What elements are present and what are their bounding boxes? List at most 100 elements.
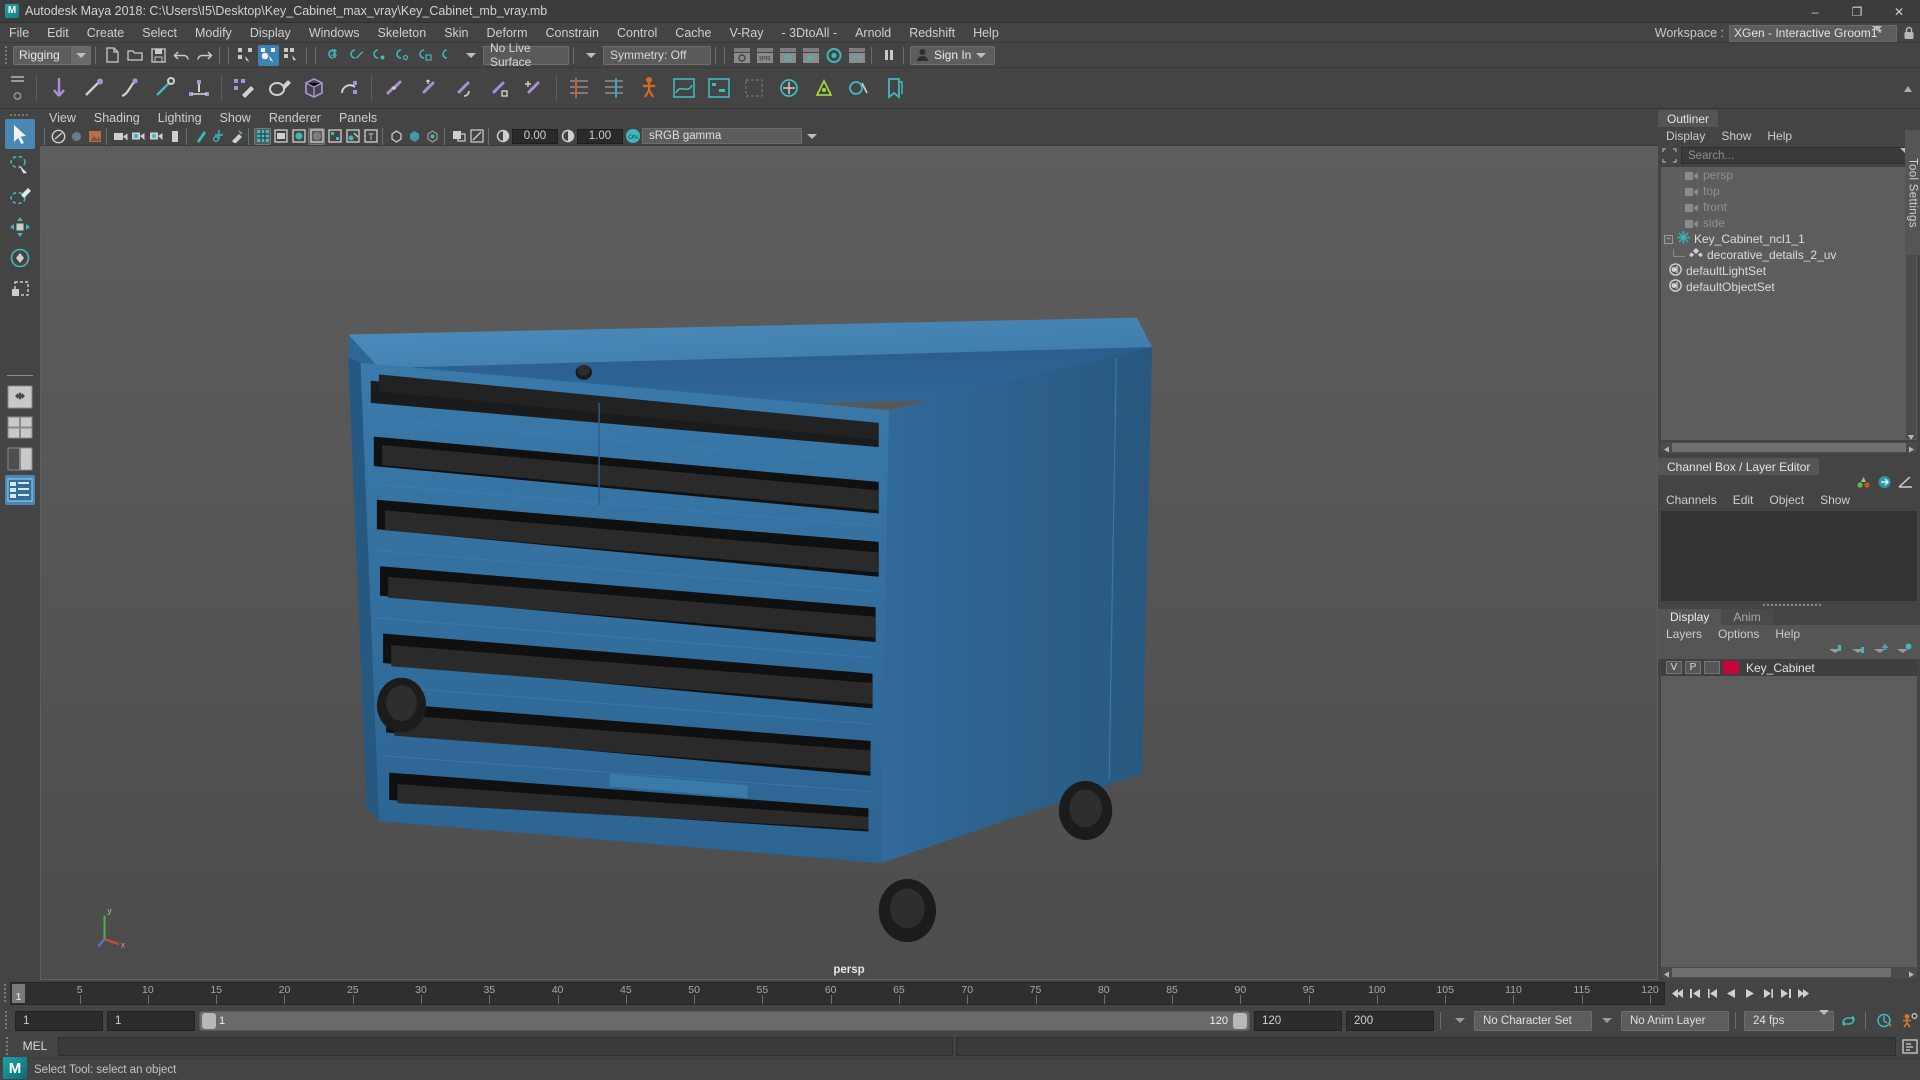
- camera-attributes-icon[interactable]: [112, 128, 129, 145]
- select-by-component-icon[interactable]: [281, 45, 302, 66]
- character-set-select[interactable]: No Character Set: [1474, 1011, 1592, 1031]
- scale-constraint-icon[interactable]: [482, 71, 516, 105]
- layout-two-pane-button[interactable]: [5, 444, 35, 474]
- aim-constraint-icon[interactable]: [517, 71, 551, 105]
- range-slider[interactable]: 1 120: [199, 1011, 1250, 1031]
- shade-selected-icon[interactable]: [290, 128, 307, 145]
- select-by-object-icon[interactable]: [258, 45, 279, 66]
- menu-vray[interactable]: V-Ray: [720, 23, 772, 43]
- xray-joints-icon[interactable]: [406, 128, 423, 145]
- viewport-menu-panels[interactable]: Panels: [330, 109, 386, 127]
- menu-create[interactable]: Create: [78, 23, 134, 43]
- texture-display-icon[interactable]: [326, 128, 343, 145]
- layer-row[interactable]: V P Key_Cabinet: [1661, 659, 1917, 676]
- commandline-grip[interactable]: [4, 1036, 12, 1057]
- auto-keyframe-toggle-icon[interactable]: [1874, 1010, 1895, 1031]
- layer-visibility-toggle[interactable]: V: [1666, 661, 1682, 674]
- insert-joint-icon[interactable]: [147, 71, 181, 105]
- make-live-icon[interactable]: [437, 45, 458, 66]
- lasso-tool-button[interactable]: [5, 150, 35, 180]
- viewport-menu-show[interactable]: Show: [211, 109, 260, 127]
- step-forward-frame-icon[interactable]: [1759, 984, 1776, 1003]
- minimize-button[interactable]: –: [1794, 0, 1836, 23]
- channelbox-menu-channels[interactable]: Channels: [1658, 491, 1725, 509]
- create-ik-spline-icon[interactable]: [112, 71, 146, 105]
- menu-display[interactable]: Display: [241, 23, 300, 43]
- outliner-item-side[interactable]: side: [1661, 215, 1917, 231]
- outliner-item-decorative-details[interactable]: decorative_details_2_uv: [1661, 247, 1917, 263]
- menu-select[interactable]: Select: [133, 23, 186, 43]
- move-layer-down-icon[interactable]: [1850, 643, 1866, 658]
- menu-edit[interactable]: Edit: [38, 23, 78, 43]
- set-breakdown-key-icon[interactable]: [597, 71, 631, 105]
- render-sequence-icon[interactable]: [800, 45, 821, 66]
- render-settings-icon[interactable]: [777, 45, 798, 66]
- color-management-chevron-icon[interactable]: [803, 128, 820, 145]
- snap-to-grid-icon[interactable]: [322, 45, 343, 66]
- outliner-horizontal-scrollbar[interactable]: [1661, 442, 1917, 453]
- viewport-menu-shading[interactable]: Shading: [85, 109, 149, 127]
- graph-editor-icon[interactable]: [667, 71, 701, 105]
- quick-rig-icon[interactable]: [772, 71, 806, 105]
- paint-skin-weights-icon[interactable]: [262, 71, 296, 105]
- layer-state-toggle[interactable]: [1704, 661, 1720, 674]
- channel-box-icon[interactable]: [1898, 475, 1913, 492]
- deform-lattice-icon[interactable]: [297, 71, 331, 105]
- viewport-menu-lighting[interactable]: Lighting: [149, 109, 211, 127]
- layer-horizontal-scrollbar[interactable]: [1661, 967, 1917, 978]
- scroll-left-icon[interactable]: [1662, 968, 1671, 977]
- manipulator-icon[interactable]: [210, 128, 227, 145]
- step-back-keyframe-icon[interactable]: [1687, 984, 1704, 1003]
- step-forward-keyframe-icon[interactable]: [1777, 984, 1794, 1003]
- gamma-value[interactable]: 1.00: [577, 129, 623, 144]
- outliner-menu-help[interactable]: Help: [1759, 127, 1800, 145]
- image-plane-icon[interactable]: [86, 128, 103, 145]
- dope-sheet-icon[interactable]: [702, 71, 736, 105]
- create-ik-handle-icon[interactable]: [77, 71, 111, 105]
- time-slider[interactable]: 1 51015202530354045505560657075808590951…: [10, 982, 1665, 1005]
- xray-text-icon[interactable]: T: [362, 128, 379, 145]
- lock-icon[interactable]: [1902, 25, 1916, 41]
- go-to-start-icon[interactable]: [1669, 984, 1686, 1003]
- lock-camera-icon[interactable]: [130, 128, 147, 145]
- play-forwards-icon[interactable]: [1741, 984, 1758, 1003]
- layer-menu-options[interactable]: Options: [1710, 625, 1767, 643]
- bind-skin-icon[interactable]: [227, 71, 261, 105]
- gamma-reset-icon[interactable]: [468, 128, 485, 145]
- layer-hscroll-thumb[interactable]: [1672, 968, 1891, 977]
- snap-to-view-plane-icon[interactable]: [414, 45, 435, 66]
- color-management-toggle-icon[interactable]: ON: [624, 128, 641, 145]
- close-button[interactable]: ✕: [1878, 0, 1920, 23]
- open-scene-icon[interactable]: [125, 45, 146, 66]
- animation-preferences-icon[interactable]: [1899, 1010, 1920, 1031]
- channelbox-menu-show[interactable]: Show: [1812, 491, 1858, 509]
- statusline-grip[interactable]: [3, 45, 11, 66]
- cluster-deformer-icon[interactable]: [332, 71, 366, 105]
- paint-select-tool-button[interactable]: [5, 181, 35, 211]
- create-joint-icon[interactable]: [42, 71, 76, 105]
- xray-shading-icon[interactable]: [388, 128, 405, 145]
- new-layer-from-selected-icon[interactable]: [1896, 643, 1912, 658]
- outliner-tab[interactable]: Outliner: [1658, 110, 1718, 127]
- scroll-down-icon[interactable]: [1907, 430, 1915, 438]
- perspective-viewport[interactable]: y x persp: [40, 146, 1658, 980]
- hypershade-icon[interactable]: [823, 45, 844, 66]
- maximize-button[interactable]: ❐: [1836, 0, 1878, 23]
- bookmark-view-icon[interactable]: [68, 128, 85, 145]
- exposure-icon[interactable]: [494, 128, 511, 145]
- auto-key-loop-icon[interactable]: [1838, 1010, 1859, 1031]
- step-back-frame-icon[interactable]: [1705, 984, 1722, 1003]
- snap-to-point-icon[interactable]: [368, 45, 389, 66]
- select-by-hierarchy-icon[interactable]: [235, 45, 256, 66]
- select-camera-icon[interactable]: [50, 128, 67, 145]
- shelf-menu-icon[interactable]: [10, 74, 25, 87]
- toolbox-grip[interactable]: [10, 112, 30, 119]
- exposure-reset-icon[interactable]: [450, 128, 467, 145]
- outliner-item-persp[interactable]: persp: [1661, 167, 1917, 183]
- scroll-right-icon[interactable]: [1907, 443, 1916, 452]
- outliner-item-top[interactable]: top: [1661, 183, 1917, 199]
- new-scene-icon[interactable]: [102, 45, 123, 66]
- scale-tool-button[interactable]: [5, 274, 35, 304]
- menu-arnold[interactable]: Arnold: [846, 23, 900, 43]
- render-view-icon[interactable]: [846, 45, 867, 66]
